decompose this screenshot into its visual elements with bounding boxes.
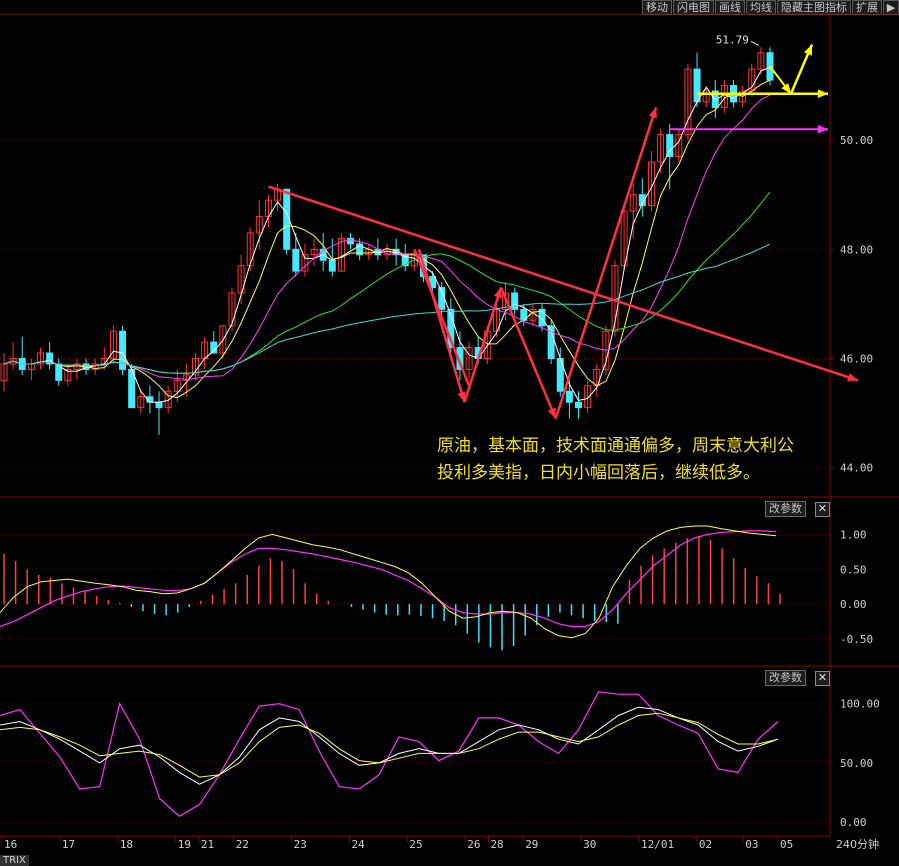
macd-change-params-button[interactable]: 改参数 [765,501,806,517]
time-tick-label: 05 [780,838,793,851]
time-tick-label: 02 [699,838,712,851]
downtrend-arrow-head [847,373,858,382]
ma-line-magenta [3,94,771,380]
time-tick-label: 18 [120,838,133,851]
macd-tick-label: -0.50 [840,633,873,646]
support-line-magenta-head [817,124,828,134]
downtrend-arrow [268,185,859,382]
wave-arrow-up-2-head [648,107,657,119]
candle-down [666,134,674,157]
time-tick-label: 16 [4,838,17,851]
candle-down [292,248,300,272]
macd-diff-line [0,525,777,639]
time-tick-label: 25 [409,838,422,851]
wave-arrow-down-2 [499,287,557,420]
macd-close-icon[interactable]: ✕ [815,502,830,517]
macd-tick-label: 0.00 [840,598,867,611]
time-tick-label: 19 [178,838,191,851]
time-tick-label: 03 [745,838,758,851]
time-tick-label: 17 [62,838,75,851]
analysis-annotation: 原油，基本面，技术面通通偏多，周末意大利公 投利多美指，日内小幅回落后，继续低多… [437,433,887,487]
wave-line [413,248,471,387]
ma-line-yellow [3,79,771,399]
macd-tick-label: 0.50 [840,563,867,576]
time-tick-label: 30 [583,838,596,851]
trix-signal-line [0,712,779,778]
wave-arrow-up-1 [463,287,503,403]
candle-down [155,401,163,409]
macd-dea-line [0,530,777,628]
high-price-label: 51.79 [716,33,749,46]
trix-ma-line [0,706,779,785]
wave-arrow-down-1 [417,248,466,403]
trix-tick-label: 50.00 [840,757,873,770]
candle-down [328,259,336,272]
high-price-pointer [750,40,760,46]
candle-down [55,363,63,381]
candle-down [511,292,519,310]
period-label: 240分钟 [836,838,879,851]
macd-tick-label: 1.00 [840,528,867,541]
annotation-line-1: 原油，基本面，技术面通通偏多，周末意大利公 [437,436,794,456]
time-tick-label: 28 [490,838,503,851]
trix-tick-label: 0.00 [840,816,867,829]
ma-line-green [3,191,771,374]
time-tick-label: 12/01 [641,838,674,851]
time-tick-label: 26 [467,838,480,851]
candle-down [565,390,573,403]
trix-close-icon[interactable]: ✕ [815,671,830,686]
ma-line-cyan [3,243,771,374]
time-tick-label: 23 [294,838,307,851]
candle-down [575,401,582,409]
trix-indicator-label: TRIX [0,855,29,866]
support-line-yellow-head [817,89,828,98]
time-tick-label: 24 [351,838,365,851]
candle-down [347,237,355,245]
candle-down [693,68,701,103]
time-tick-label: 21 [201,838,214,851]
time-tick-label: 22 [236,838,249,851]
trix-tick-label: 100.00 [840,698,880,711]
price-tick-label: 48.00 [840,243,873,256]
annotation-line-2: 投利多美指，日内小幅回落后，继续低多。 [437,463,760,483]
price-tick-label: 50.00 [840,134,873,147]
price-tick-label: 46.00 [840,353,873,366]
trix-change-params-button[interactable]: 改参数 [765,670,806,686]
time-tick-label: 29 [525,838,538,851]
